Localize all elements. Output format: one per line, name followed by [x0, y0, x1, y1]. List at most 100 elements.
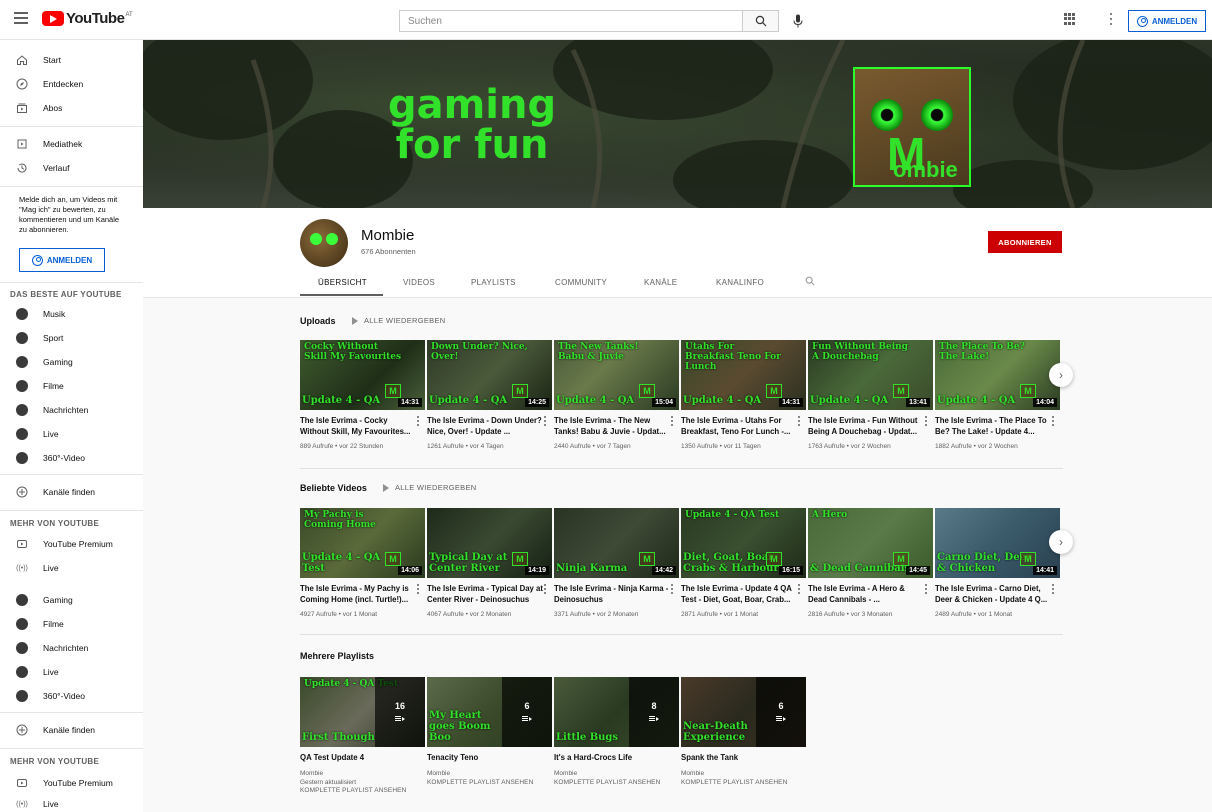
playlist-channel[interactable]: Mombie	[427, 769, 450, 778]
video-title[interactable]: The Isle Evrima - Ninja Karma - Deinosuc…	[554, 583, 670, 605]
tab-videos[interactable]: VIDEOS	[403, 278, 435, 287]
sidebar-item-youtube-premium[interactable]: YouTube Premium	[0, 532, 143, 556]
subscribe-button[interactable]: ABONNIEREN	[988, 231, 1062, 253]
video-thumbnail[interactable]: A Hero & Dead Cannibals M 14:45	[808, 508, 933, 578]
video-thumbnail[interactable]: The New Tanks! Babu & Juvie Update 4 - Q…	[554, 340, 679, 410]
more-options-icon[interactable]	[671, 416, 675, 426]
video-title[interactable]: The Isle Evrima - Fun Without Being A Do…	[808, 415, 924, 437]
sidebar-item-360-video[interactable]: 360°-Video	[0, 446, 143, 470]
video-title[interactable]: The Isle Evrima - Down Under? Nice, Over…	[427, 415, 543, 437]
playlist-title[interactable]: It's a Hard-Crocs Life	[554, 753, 632, 762]
playlist-channel[interactable]: Mombie	[554, 769, 577, 778]
more-options-icon[interactable]	[1052, 416, 1056, 426]
popular-title[interactable]: Beliebte Videos	[300, 483, 367, 493]
search-button[interactable]	[743, 10, 779, 32]
sidebar-item-sport[interactable]: Sport	[0, 326, 143, 350]
video-thumbnail[interactable]: Typical Day at Center River M 14:19	[427, 508, 552, 578]
video-thumbnail[interactable]: Down Under? Nice, Over! Update 4 - QA M …	[427, 340, 552, 410]
channel-search-icon[interactable]	[805, 276, 815, 286]
playlist-title[interactable]: Tenacity Teno	[427, 753, 478, 762]
video-title[interactable]: The Isle Evrima - The New Tanks! Babu & …	[554, 415, 670, 437]
apps-grid-icon[interactable]	[1064, 13, 1076, 25]
next-arrow-button[interactable]: ›	[1049, 530, 1073, 554]
view-full-playlist-link[interactable]: KOMPLETTE PLAYLIST ANSEHEN	[554, 779, 660, 786]
sidebar-signin-button[interactable]: ANMELDEN	[19, 248, 105, 272]
sidebar-item-nachrichten[interactable]: Nachrichten	[0, 398, 143, 422]
video-title[interactable]: The Isle Evrima - Utahs For Breakfast, T…	[681, 415, 797, 437]
video-title[interactable]: The Isle Evrima - Typical Day at Center …	[427, 583, 543, 605]
more-options-icon[interactable]	[544, 584, 548, 594]
tab-overview[interactable]: ÜBERSICHT	[318, 278, 367, 287]
tab-community[interactable]: COMMUNITY	[555, 278, 607, 287]
menu-icon[interactable]	[14, 12, 28, 24]
sidebar-item-filme-2[interactable]: Filme	[0, 612, 143, 636]
video-thumbnail[interactable]: Update 4 - QA Test Diet, Goat, Boar, Cra…	[681, 508, 806, 578]
sidebar-item-entdecken[interactable]: Entdecken	[0, 72, 143, 96]
more-options-icon[interactable]	[1108, 12, 1114, 26]
sidebar-item-abos[interactable]: Abos	[0, 96, 143, 120]
sidebar-item-musik[interactable]: Musik	[0, 302, 143, 326]
sidebar-item-find-channels[interactable]: Kanäle finden	[0, 480, 143, 504]
popular-play-all[interactable]: ALLE WIEDERGEBEN	[383, 483, 477, 492]
video-title[interactable]: The Isle Evrima - A Hero & Dead Cannibal…	[808, 583, 924, 605]
tab-channels[interactable]: KANÄLE	[644, 278, 677, 287]
playlist-channel-name[interactable]: Mombie	[681, 769, 704, 778]
tab-about[interactable]: KANALINFO	[716, 278, 764, 287]
youtube-logo[interactable]: YouTube AT	[42, 10, 133, 27]
tab-playlists[interactable]: PLAYLISTS	[471, 278, 516, 287]
playlist-channel[interactable]: Mombie	[681, 769, 704, 778]
sidebar-item-start[interactable]: Start	[0, 48, 143, 72]
sidebar-item-filme[interactable]: Filme	[0, 374, 143, 398]
video-title[interactable]: The Isle Evrima - Update 4 QA Test - Die…	[681, 583, 797, 605]
video-thumbnail[interactable]: Utahs For Breakfast Teno For Lunch Updat…	[681, 340, 806, 410]
video-thumbnail[interactable]: Ninja Karma M 14:42	[554, 508, 679, 578]
video-thumbnail[interactable]: Carno Diet, Deer & Chicken M 14:41	[935, 508, 1060, 578]
video-title[interactable]: The Isle Evrima - Cocky Without Skill, M…	[300, 415, 416, 437]
microphone-icon[interactable]	[789, 12, 807, 30]
playlist-thumbnail[interactable]: Little Bugs 8	[554, 677, 679, 747]
sidebar-item-mediathek[interactable]: Mediathek	[0, 132, 143, 156]
playlist-thumbnail[interactable]: My Heart goes Boom Boo 6	[427, 677, 552, 747]
view-full-playlist-link[interactable]: KOMPLETTE PLAYLIST ANSEHEN	[427, 779, 533, 786]
sidebar-item-nachrichten-2[interactable]: Nachrichten	[0, 636, 143, 660]
sidebar-item-live-4[interactable]: ((•)) Live	[0, 792, 143, 812]
more-options-icon[interactable]	[417, 416, 421, 426]
sidebar-item-live-3[interactable]: Live	[0, 660, 143, 684]
playlist-channel-name[interactable]: Mombie	[554, 769, 577, 778]
video-title[interactable]: The Isle Evrima - The Place To Be? The L…	[935, 415, 1051, 437]
view-full-playlist-link[interactable]: KOMPLETTE PLAYLIST ANSEHEN	[300, 787, 406, 794]
signin-button[interactable]: ANMELDEN	[1128, 10, 1206, 32]
more-options-icon[interactable]	[417, 584, 421, 594]
video-title[interactable]: The Isle Evrima - Carno Diet, Deer & Chi…	[935, 583, 1051, 605]
video-thumbnail[interactable]: My Pachy is Coming Home Update 4 - QA Te…	[300, 508, 425, 578]
video-thumbnail[interactable]: Cocky Without Skill My Favourites Update…	[300, 340, 425, 410]
uploads-title[interactable]: Uploads	[300, 316, 336, 326]
video-title[interactable]: The Isle Evrima - My Pachy is Coming Hom…	[300, 583, 416, 605]
playlist-title[interactable]: Spank the Tank	[681, 753, 738, 762]
uploads-play-all[interactable]: ALLE WIEDERGEBEN	[352, 316, 446, 325]
more-options-icon[interactable]	[1052, 584, 1056, 594]
search-input[interactable]: Suchen	[399, 10, 743, 32]
sidebar-item-verlauf[interactable]: Verlauf	[0, 156, 143, 180]
more-options-icon[interactable]	[798, 584, 802, 594]
more-options-icon[interactable]	[544, 416, 548, 426]
playlist-channel-name[interactable]: Mombie	[427, 769, 450, 778]
playlist-thumbnail[interactable]: Near-Death Experience 6	[681, 677, 806, 747]
sidebar-item-360-video-2[interactable]: 360°-Video	[0, 684, 143, 708]
more-options-icon[interactable]	[798, 416, 802, 426]
view-full-playlist-link[interactable]: KOMPLETTE PLAYLIST ANSEHEN	[681, 779, 787, 786]
sidebar-item-live-2[interactable]: ((•)) Live	[0, 556, 143, 580]
playlist-thumbnail[interactable]: Update 4 - QA Test First Though 16	[300, 677, 425, 747]
sidebar-item-gaming-2[interactable]: Gaming	[0, 588, 143, 612]
playlist-title[interactable]: QA Test Update 4	[300, 753, 364, 762]
sidebar-item-find-channels-2[interactable]: Kanäle finden	[0, 718, 143, 742]
sidebar-item-gaming[interactable]: Gaming	[0, 350, 143, 374]
playlist-channel[interactable]: Mombie Gestern aktualisiert	[300, 769, 356, 787]
more-options-icon[interactable]	[925, 416, 929, 426]
video-thumbnail[interactable]: The Place To Be? The Lake! Update 4 - QA…	[935, 340, 1060, 410]
more-options-icon[interactable]	[671, 584, 675, 594]
playlist-channel-name[interactable]: Mombie	[300, 769, 356, 778]
next-arrow-button[interactable]: ›	[1049, 363, 1073, 387]
video-thumbnail[interactable]: Fun Without Being A Douchebag Update 4 -…	[808, 340, 933, 410]
sidebar-item-live[interactable]: Live	[0, 422, 143, 446]
